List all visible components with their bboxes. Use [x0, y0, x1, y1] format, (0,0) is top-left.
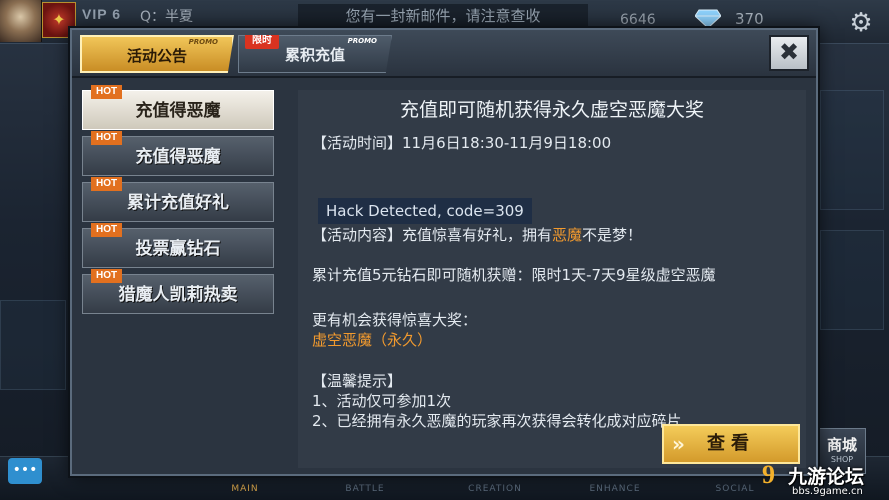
event-content: 充值即可随机获得永久虚空恶魔大奖 【活动时间】11月6日18:30-11月9日1… [298, 90, 806, 468]
tab-cumulative-recharge[interactable]: 限时 累积充值 PROMO [238, 35, 392, 73]
event-prize: 虚空恶魔（永久） [312, 331, 433, 349]
gear-icon[interactable]: ⚙ [846, 8, 876, 38]
mail-notice[interactable]: 您有一封新邮件，请注意查收 [298, 4, 588, 28]
event-item[interactable]: HOT 充值得恶魔 [82, 85, 274, 130]
event-item-label: 充值得恶魔 [135, 101, 221, 121]
promo-tag: PROMO [347, 37, 377, 45]
vip-level: VIP 6 [82, 6, 121, 22]
dialog-tabstrip: 活动公告 PROMO 限时 累积充值 PROMO ✖ [72, 30, 816, 78]
hot-badge: HOT [91, 131, 123, 145]
tip-2: 2、已经拥有永久恶魔的玩家再次获得会转化成对应碎片 [312, 412, 682, 430]
watermark-url: bbs.9game.cn [792, 486, 863, 497]
watermark-logo: 9 [762, 460, 775, 489]
limited-badge: 限时 [245, 35, 279, 49]
event-item-label: 投票赢钻石 [135, 239, 221, 259]
gold-count: 6646 [620, 12, 656, 28]
shop-label: 商城 [826, 436, 857, 454]
event-item[interactable]: HOT 充值得恶魔 [82, 131, 274, 176]
event-description: 【活动内容】充值惊喜有好礼，拥有恶魔不是梦！ [312, 224, 642, 245]
event-item[interactable]: HOT 投票赢钻石 [82, 223, 274, 268]
desc-suffix: 不是梦！ [582, 226, 643, 244]
forum-watermark: 9 九游论坛 bbs.9game.cn [762, 460, 886, 498]
desc-highlight: 恶魔 [552, 226, 583, 244]
tab-event-notice[interactable]: 活动公告 PROMO [80, 35, 234, 73]
event-title: 充值即可随机获得永久虚空恶魔大奖 [399, 99, 704, 121]
chat-bubble-icon[interactable]: ••• [8, 458, 42, 484]
gem-count: 370 [735, 10, 764, 28]
event-item-label: 累计充值好礼 [127, 193, 229, 213]
view-button[interactable]: » 查看 [662, 424, 800, 464]
bg-panel [0, 300, 66, 390]
chevron-right-icon: » [672, 432, 685, 456]
tab-label: 累积充值 [284, 46, 345, 64]
event-detail: 累计充值5元钻石即可随机获赠：限时1天-7天9星级虚空恶魔 [312, 266, 716, 284]
event-item-label: 猎魔人凯莉热卖 [118, 285, 238, 305]
hot-badge: HOT [91, 85, 123, 99]
bg-panel [820, 230, 884, 330]
desc-prefix: 【活动内容】充值惊喜有好礼，拥有 [312, 226, 553, 244]
event-item[interactable]: HOT 累计充值好礼 [82, 177, 274, 222]
hot-badge: HOT [91, 223, 123, 237]
event-dialog: 活动公告 PROMO 限时 累积充值 PROMO ✖ HOT 充值得恶魔 HOT… [70, 28, 818, 476]
promo-tag: PROMO [188, 38, 218, 46]
view-button-label: 查看 [707, 433, 755, 454]
player-name: Q：半夏 [140, 9, 194, 25]
bg-panel [820, 90, 884, 210]
tab-label: 活动公告 [126, 47, 187, 65]
hack-notice: Hack Detected, code=309 [318, 198, 532, 224]
event-time: 【活动时间】11月6日18:30-11月9日18:00 [312, 134, 612, 152]
event-item-label: 充值得恶魔 [135, 147, 221, 167]
hot-badge: HOT [91, 177, 123, 191]
event-more: 更有机会获得惊喜大奖： [312, 311, 478, 329]
gem-icon [695, 9, 721, 28]
tips-title: 【温馨提示】 [312, 372, 403, 390]
watermark-name: 九游论坛 [788, 466, 865, 488]
tip-1: 1、活动仅可参加1次 [312, 392, 452, 410]
hot-badge: HOT [91, 269, 123, 283]
avatar[interactable] [0, 0, 42, 42]
event-item[interactable]: HOT 猎魔人凯莉热卖 [82, 269, 274, 314]
close-button[interactable]: ✖ [769, 35, 809, 71]
